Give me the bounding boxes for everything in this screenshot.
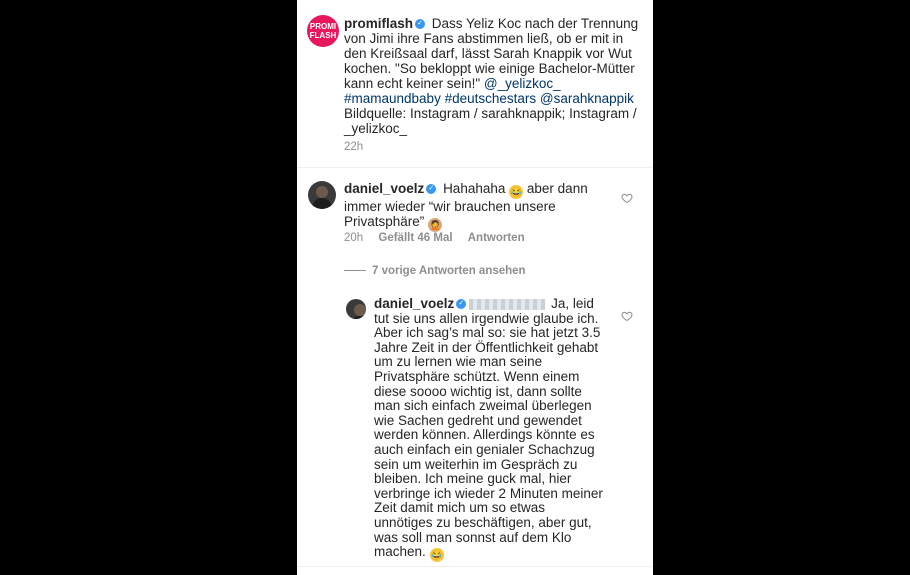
reply-body: Ja, leid tut sie uns allen irgendwie gla… <box>374 296 603 560</box>
verified-badge-icon: ✓ <box>415 19 426 30</box>
comment-username[interactable]: daniel_voelz <box>344 181 424 196</box>
comment-meta: 20h Gefällt 46 Mal Antworten <box>344 232 525 244</box>
post-timestamp[interactable]: 22h <box>344 141 363 153</box>
reply-text: daniel_voelz ✓ Ja, leid tut sie uns allen… <box>374 296 606 563</box>
comment-body: Hahahaha <box>443 181 506 196</box>
promiflash-avatar[interactable]: PROMI FLASH <box>307 15 339 47</box>
caption-text: promiflash ✓ Dass Yeliz Koc nach der Tren… <box>344 16 644 136</box>
laugh-emoji-icon: 😂 <box>429 548 444 563</box>
verified-badge-icon: ✓ <box>426 184 437 195</box>
reply-button[interactable]: Antworten <box>468 232 525 244</box>
laugh-emoji-icon: 😂 <box>509 185 524 199</box>
hashtags[interactable]: #mamaundbaby #deutschestars <box>344 91 536 106</box>
verified-badge-icon: ✓ <box>456 299 467 310</box>
avatar[interactable] <box>346 299 366 319</box>
divider-line <box>344 270 366 272</box>
heart-outline-icon[interactable] <box>621 192 633 204</box>
avatar-logo-text: PROMI FLASH <box>309 22 337 40</box>
instagram-comments-panel: PROMI FLASH promiflash ✓ Dass Yeliz Koc n… <box>297 0 653 575</box>
view-replies-label: 7 vorige Antworten ansehen <box>372 265 526 277</box>
caption-username[interactable]: promiflash <box>344 16 413 31</box>
reply-username[interactable]: daniel_voelz <box>374 296 454 311</box>
mention-yelizkoc[interactable]: @_yelizkoc_ <box>484 76 561 91</box>
avatar[interactable] <box>308 181 336 209</box>
action-bar <box>297 566 653 575</box>
view-previous-replies-button[interactable]: 7 vorige Antworten ansehen <box>344 265 526 277</box>
comment-timestamp[interactable]: 20h <box>344 232 363 244</box>
mention-sarahknappik[interactable]: @sarahknappik <box>540 91 634 106</box>
image-source: Bildquelle: Instagram / sarahknappik; In… <box>344 106 637 136</box>
comment-text: daniel_voelz ✓ Hahahaha 😂 aber dann immer… <box>344 181 614 232</box>
post-caption: PROMI FLASH promiflash ✓ Dass Yeliz Koc n… <box>297 0 653 168</box>
heart-outline-icon[interactable] <box>621 310 633 322</box>
comment-likes[interactable]: Gefällt 46 Mal <box>378 232 452 244</box>
blurred-mention <box>469 298 546 310</box>
facepalm-emoji-icon: 🤦 <box>428 218 443 232</box>
